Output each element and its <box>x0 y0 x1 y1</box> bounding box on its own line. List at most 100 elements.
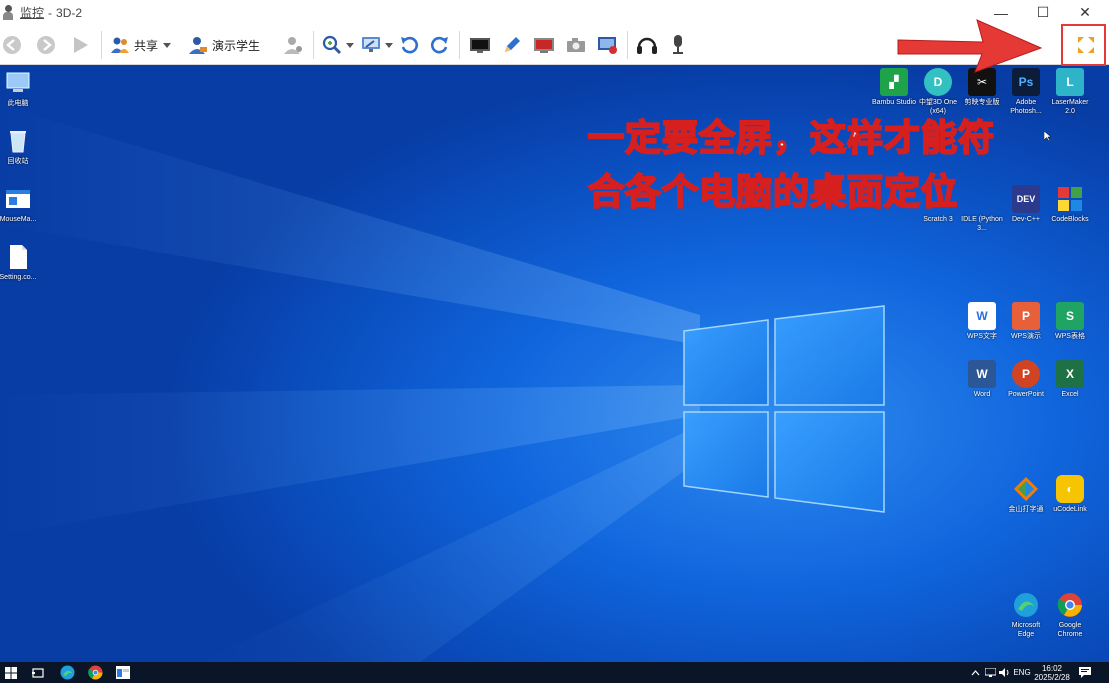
chevron-up-icon <box>971 669 979 675</box>
student-control-button[interactable] <box>283 31 303 59</box>
app-window-icon <box>6 190 30 208</box>
black-screen-button[interactable] <box>469 31 491 59</box>
tray-volume[interactable] <box>997 662 1011 683</box>
camera-icon <box>567 38 585 52</box>
codeblocks-icon <box>1058 187 1082 211</box>
computer-icon <box>6 72 30 92</box>
taskbar-app[interactable] <box>112 662 134 683</box>
tray-clock[interactable]: 16:02 2025/2/28 <box>1033 662 1071 683</box>
toolbar-divider <box>101 31 102 59</box>
typing-tutor-icon <box>1014 477 1038 501</box>
student-gray-icon <box>284 37 302 54</box>
desktop-icon-mousemaster[interactable]: MouseMa... <box>0 185 40 224</box>
desktop-icon-wps-spreadsheet[interactable]: S WPS表格 <box>1048 302 1092 341</box>
windows-start-icon <box>5 666 17 679</box>
desktop-icon-word[interactable]: W Word <box>960 360 1004 399</box>
monitor-window: 监控 - 3D-2 — ☐ ✕ 共享 演示学生 此电脑 回收站 MouseMa.… <box>0 0 1109 683</box>
start-button[interactable] <box>0 662 22 683</box>
wps-presentation-icon: P <box>1012 302 1040 330</box>
tray-expand-button[interactable] <box>968 662 982 683</box>
desktop-icon-chrome[interactable]: Google Chrome <box>1048 591 1092 639</box>
screen-view-button[interactable] <box>361 31 393 59</box>
notification-icon <box>1079 667 1091 678</box>
desktop-icon-wps-presentation[interactable]: P WPS演示 <box>1004 302 1048 341</box>
tray-language[interactable]: ENG <box>1012 662 1032 683</box>
devcpp-icon: DEV <box>1012 185 1040 213</box>
annotation-line-1: 一定要全屏，这样才能符 <box>587 116 996 159</box>
desktop-icon-label: 剪映专业版 <box>964 99 1000 106</box>
window-subtitle: 3D-2 <box>56 5 83 20</box>
red-arrow-icon <box>897 19 1043 73</box>
desktop-icon-wps-writer[interactable]: W WPS文字 <box>960 302 1004 341</box>
play-button[interactable] <box>70 31 90 59</box>
desktop-icon-excel[interactable]: X Excel <box>1048 360 1092 399</box>
back-arrow-icon <box>3 36 21 54</box>
desktop-icon-edge[interactable]: Microsoft Edge <box>1004 591 1048 639</box>
desktop-icon-label: PowerPoint <box>1008 391 1044 398</box>
demo-student-button[interactable]: 演示学生 <box>188 31 260 59</box>
headset-icon <box>637 37 657 54</box>
desktop-icon-idle-python[interactable]: IDLE (Python 3... <box>960 185 1004 233</box>
snapshot-button[interactable] <box>565 31 587 59</box>
window-title: 监控 <box>20 6 45 20</box>
taskbar-chrome[interactable] <box>84 662 106 683</box>
desktop-icon-codeblocks[interactable]: CodeBlocks <box>1048 185 1092 224</box>
desktop-icon-ucodelink[interactable]: ◐ uCodeLink <box>1048 475 1092 514</box>
desktop-icon-label: WPS文字 <box>967 333 997 340</box>
zoom-button[interactable] <box>322 31 354 59</box>
toolbar-divider <box>627 31 628 59</box>
zoom-dropdown-icon[interactable] <box>346 42 354 48</box>
lasermaker-icon: L <box>1056 68 1084 96</box>
notification-center-button[interactable] <box>1076 662 1094 683</box>
close-button[interactable]: ✕ <box>1064 0 1106 25</box>
remote-control-button[interactable] <box>597 31 619 59</box>
taskbar-edge[interactable] <box>56 662 78 683</box>
desktop-icon-this-pc[interactable]: 此电脑 <box>0 69 40 108</box>
forward-button[interactable] <box>36 31 56 59</box>
annotation-line-2: 合各个电脑的桌面定位 <box>587 170 959 213</box>
back-button[interactable] <box>2 31 22 59</box>
desktop-icon-label: Adobe Photosh... <box>1010 99 1042 115</box>
edge-taskbar-icon <box>60 665 74 680</box>
desktop-icon-setting-file[interactable]: Setting.co... <box>0 243 40 282</box>
share-users-icon <box>111 37 129 53</box>
chrome-browser-icon <box>1057 593 1082 617</box>
desktop-icon-powerpoint[interactable]: P PowerPoint <box>1004 360 1048 399</box>
undo-button[interactable] <box>399 31 419 59</box>
share-dropdown-icon[interactable] <box>163 42 172 48</box>
redo-icon <box>431 36 448 54</box>
desktop-icon-label: Bambu Studio <box>872 99 916 106</box>
share-button[interactable]: 共享 <box>110 31 172 59</box>
redo-button[interactable] <box>430 31 450 59</box>
powerpoint-icon: P <box>1012 360 1040 388</box>
windows-logo <box>683 305 885 513</box>
microphone-button[interactable] <box>670 31 686 59</box>
recycle-bin-icon <box>10 131 26 153</box>
desktop-icon-label: Scratch 3 <box>923 216 953 223</box>
app-taskbar-icon <box>116 666 130 679</box>
document-file-icon <box>10 245 27 269</box>
desktop-icon-recycle-bin[interactable]: 回收站 <box>0 127 40 166</box>
fullscreen-highlight-box <box>1061 24 1106 66</box>
zoom-magnifier-icon <box>322 35 342 55</box>
screen-view-dropdown-icon[interactable] <box>385 42 393 48</box>
tray-network[interactable] <box>983 662 997 683</box>
desktop-icon-typing-tutor[interactable]: 金山打字通 <box>1004 475 1048 514</box>
red-screen-icon <box>534 38 554 53</box>
desktop-icon-devcpp[interactable]: DEV Dev-C++ <box>1004 185 1048 224</box>
desktop-icon-label: WPS表格 <box>1055 333 1085 340</box>
desktop-icon-label: LaserMaker 2.0 <box>1051 99 1089 115</box>
desktop-icon-lasermaker[interactable]: L LaserMaker 2.0 <box>1048 68 1092 116</box>
pen-button[interactable] <box>502 31 522 59</box>
desktop-icon-label: uCodeLink <box>1053 506 1087 513</box>
toolbar-divider <box>313 31 314 59</box>
broadcast-screen-button[interactable] <box>533 31 555 59</box>
clock-date: 2025/2/28 <box>1034 672 1070 682</box>
microphone-icon <box>673 35 683 54</box>
voice-button[interactable] <box>636 31 658 59</box>
taskbar: ENG 16:02 2025/2/28 <box>0 662 1109 683</box>
ucodelink-icon: ◐ <box>1056 475 1084 503</box>
wps-writer-icon: W <box>968 302 996 330</box>
task-view-button[interactable] <box>28 662 48 683</box>
edge-browser-icon <box>1014 593 1038 617</box>
